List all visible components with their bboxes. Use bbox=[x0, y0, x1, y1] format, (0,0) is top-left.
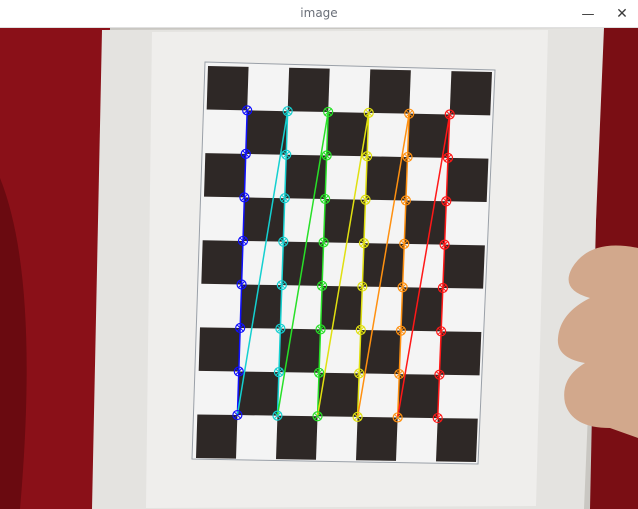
minimize-button[interactable]: — bbox=[578, 4, 598, 24]
board-square bbox=[198, 327, 241, 372]
board-square bbox=[320, 285, 363, 330]
close-icon: ✕ bbox=[616, 6, 628, 22]
image-window: image — ✕ bbox=[0, 0, 638, 509]
board-square bbox=[400, 287, 443, 332]
board-square bbox=[323, 198, 366, 244]
minimize-icon: — bbox=[581, 6, 595, 22]
board-square bbox=[206, 66, 249, 111]
board-square bbox=[446, 157, 489, 202]
board-square bbox=[442, 244, 485, 289]
board-square bbox=[287, 67, 330, 113]
window-title: image bbox=[300, 6, 338, 20]
board-square bbox=[201, 240, 243, 285]
board-square bbox=[204, 153, 246, 198]
board-square bbox=[196, 414, 238, 459]
board-square bbox=[276, 415, 318, 460]
camera-image bbox=[0, 28, 638, 509]
board-square bbox=[242, 197, 285, 242]
board-square bbox=[436, 418, 478, 462]
board-square bbox=[439, 331, 482, 376]
board-square bbox=[240, 284, 282, 329]
board-square bbox=[449, 71, 492, 116]
checkerboard-scene bbox=[0, 28, 638, 509]
board-square bbox=[404, 200, 447, 245]
close-button[interactable]: ✕ bbox=[612, 4, 632, 24]
board-square bbox=[356, 416, 398, 461]
board-square bbox=[368, 69, 411, 114]
title-bar[interactable]: image — ✕ bbox=[0, 0, 638, 28]
hand bbox=[557, 245, 638, 438]
